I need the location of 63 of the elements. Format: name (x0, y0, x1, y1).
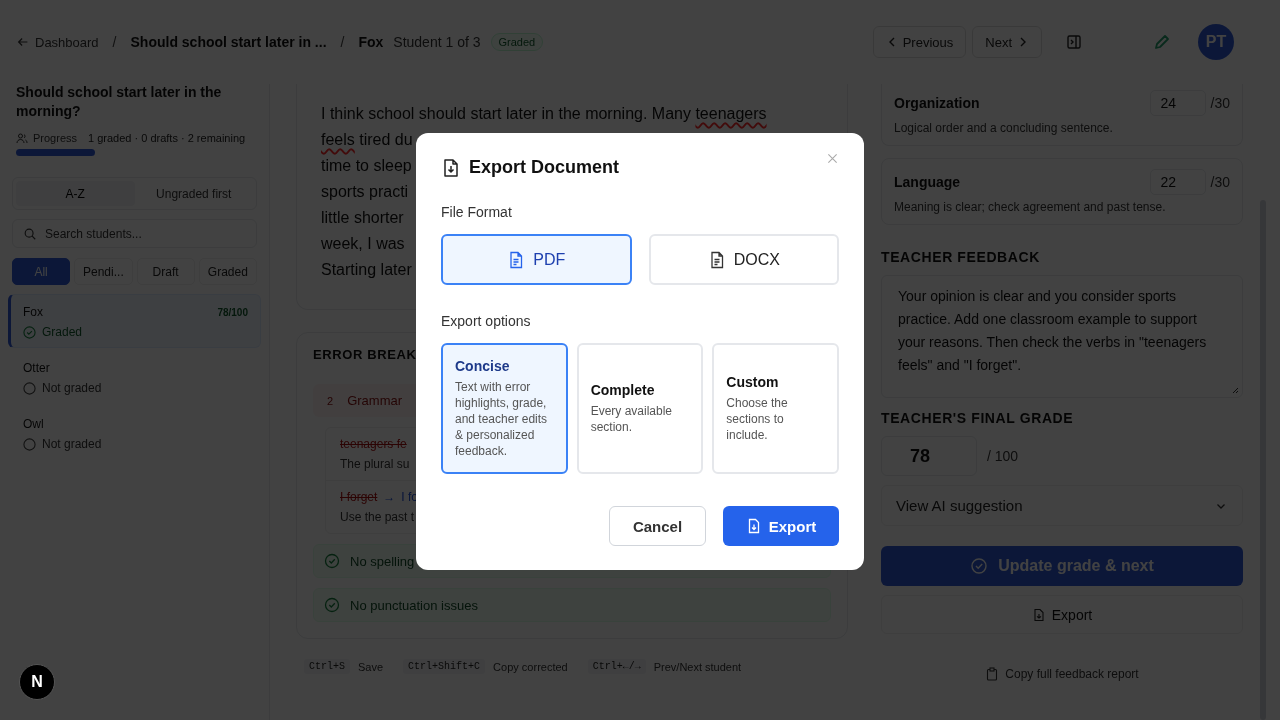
arrow-glyph: → (383, 490, 396, 504)
export-button[interactable]: Export (723, 506, 839, 546)
close-icon[interactable] (827, 153, 838, 164)
export-option[interactable]: Complete Every available section. (576, 343, 704, 474)
assignment-heading: Should school start later in the morning? (15, 83, 223, 121)
next-button[interactable]: Next (972, 26, 1042, 58)
filter-tab[interactable]: Graded (198, 258, 257, 285)
check-text: No punctuation issues (350, 597, 478, 613)
feedback-textarea[interactable]: Your opinion is clear and you consider sports practice. Add one classroom example to support your reasons. Then check the verbs in "teenagers feels" and "I forget". (881, 275, 1243, 398)
breadcrumb-separator: / (112, 34, 117, 50)
student-name: Owl (23, 417, 44, 431)
check-circle-icon (970, 557, 989, 575)
student-status: Graded (42, 325, 83, 339)
arrow-left-icon (16, 35, 30, 49)
essay-line: time to sleep (321, 156, 412, 176)
essay-line: little shorter (321, 208, 404, 228)
section-title: TEACHER'S FINAL GRADE (881, 410, 1075, 426)
pencil-icon[interactable] (1152, 32, 1172, 52)
score-input[interactable]: 22 (1149, 169, 1206, 195)
section-title: TEACHER FEEDBACK (881, 249, 1041, 265)
original-text: teenagers fe (340, 437, 407, 451)
field-label: Export options (441, 313, 531, 329)
check-circle-icon (324, 553, 340, 569)
export-option[interactable]: Concise Text with error highlights, grade, and teacher edits & personalized feedback. (441, 343, 568, 474)
file-download-icon (441, 157, 461, 178)
check-circle-icon (324, 597, 340, 613)
student-name: Otter (23, 361, 50, 375)
check-text: No spelling (350, 553, 415, 569)
student-item[interactable]: Fox 78/100 Graded (8, 294, 261, 348)
essay-line: week, I was (321, 234, 405, 254)
previous-button[interactable]: Previous (872, 26, 967, 58)
filter-tab[interactable]: Draft (136, 258, 195, 285)
format-option[interactable]: PDF (441, 234, 632, 285)
cancel-button[interactable]: Cancel (609, 506, 706, 546)
file-download-icon (1031, 607, 1046, 622)
essay-line: Starting later (321, 260, 412, 280)
export-option[interactable]: Custom Choose the sections to include. (712, 343, 839, 474)
grade-input[interactable]: 78 (881, 436, 977, 476)
assignment-title: Should school start later in ... (130, 34, 327, 50)
student-name: Fox (23, 305, 43, 319)
criterion-name: Language (894, 174, 962, 190)
field-label: File Format (441, 204, 512, 220)
original-text: I forget (340, 490, 378, 504)
ai-suggestion-toggle[interactable]: View AI suggestion (881, 485, 1243, 526)
score-input[interactable]: 24 (1149, 90, 1206, 116)
filter-tab[interactable]: Pendi... (74, 258, 133, 285)
section-title: ERROR BREAK (313, 347, 417, 362)
status-badge: Graded (490, 33, 544, 51)
breadcrumb-separator: / (340, 34, 345, 50)
dialog-title: Export Document (469, 157, 620, 178)
clipboard-icon (985, 667, 1000, 681)
student-score: 78/100 (217, 306, 248, 318)
essay-line: feels tired du (321, 130, 413, 150)
essay-line: sports practi (321, 182, 409, 202)
essay-line: I think school should start later in the morning. Many teenagers (321, 104, 767, 124)
panel-toggle-icon[interactable] (1066, 34, 1082, 50)
resize-grip-icon[interactable] (1231, 386, 1239, 394)
criterion-name: Organization (894, 95, 981, 111)
export-button[interactable]: Export (881, 595, 1243, 634)
people-icon (16, 132, 28, 144)
student-name: Fox (358, 34, 384, 50)
format-option[interactable]: DOCX (648, 234, 839, 285)
search-icon (23, 226, 37, 241)
